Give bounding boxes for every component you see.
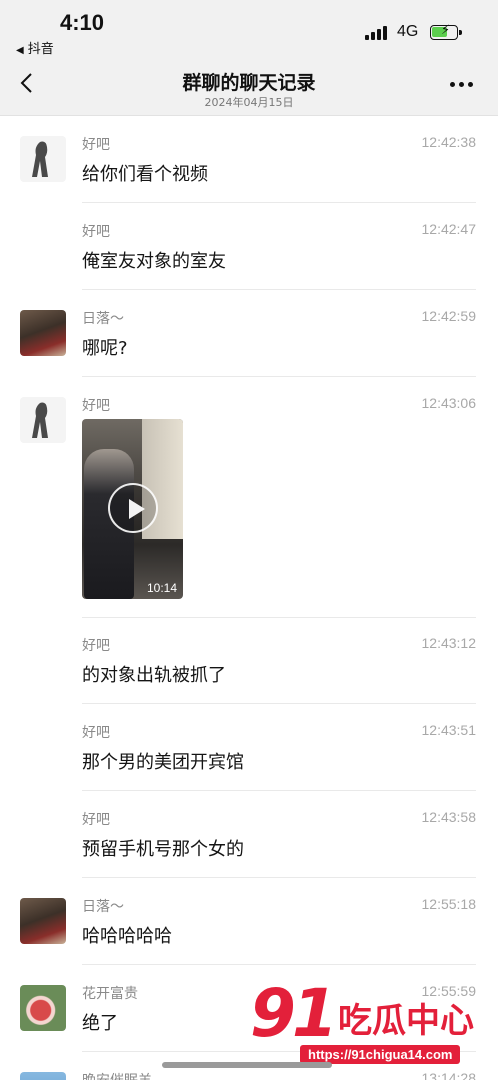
status-time: 4:10 [60,10,105,35]
message-time: 12:55:18 [421,896,477,912]
avatar[interactable] [20,136,66,182]
page-date: 2024年04月15日 [204,96,294,109]
avatar[interactable] [20,1072,66,1080]
avatar[interactable] [20,397,66,443]
message-text: 的对象出轨被抓了 [82,665,226,686]
message-text: 给你们看个视频 [82,164,208,185]
message-time: 12:43:51 [421,722,477,738]
back-app-label: 抖音 [27,42,54,57]
video-duration: 10:14 [146,581,177,595]
divider [82,964,476,965]
avatar[interactable] [20,898,66,944]
message-text: 哈哈哈哈哈 [82,926,172,947]
divider [82,289,476,290]
divider [82,877,476,878]
top-bar: 4:10 ◀ 抖音 4G ⚡ 群聊的聊天记录 2024年04月15日 [0,0,498,116]
message-time: 12:43:12 [421,635,477,651]
message-text: 俺室友对象的室友 [82,251,226,272]
message-time: 12:42:59 [421,308,477,324]
shadow-figure-icon [32,141,48,177]
message-time: 12:43:58 [421,809,477,825]
message-time: 12:43:06 [421,395,477,411]
battery-icon: ⚡ [430,23,462,40]
back-to-app-link[interactable]: ◀ 抖音 [16,38,54,57]
divider [82,703,476,704]
sender-name: 好吧 [82,725,110,741]
message-time: 12:42:47 [421,221,477,237]
message-text: 哪呢? [82,338,128,359]
sender-name: 好吧 [82,224,110,240]
watermark-number: 91 [250,975,338,1052]
charging-icon: ⚡ [441,23,451,38]
shadow-figure-icon [32,402,48,438]
page-title: 群聊的聊天记录 [182,72,316,94]
message-text: 绝了 [82,1013,118,1034]
sender-name: 日落～ [82,311,124,327]
sender-name: 好吧 [82,137,110,153]
message-time: 12:42:38 [421,134,477,150]
sender-name: 花开富贵 [82,986,138,1002]
divider [82,376,476,377]
more-button[interactable] [448,80,476,88]
divider [82,790,476,791]
sender-name: 好吧 [82,398,110,414]
play-icon[interactable] [108,483,158,533]
home-indicator[interactable] [162,1062,332,1068]
signal-icon [365,26,389,40]
video-thumbnail[interactable]: 10:14 [82,419,183,599]
avatar[interactable] [20,310,66,356]
sender-name: 日落～ [82,899,124,915]
divider [82,202,476,203]
watermark-brand: 吃瓜中心 [338,1001,474,1041]
network-type: 4G [397,23,419,40]
divider [82,617,476,618]
back-triangle-icon: ◀ [16,45,24,56]
sender-name: 好吧 [82,638,110,654]
sender-name: 晚安催眠羊 [82,1070,152,1080]
message-text: 预留手机号那个女的 [82,839,244,860]
message-text: 那个男的美团开宾馆 [82,752,244,773]
sender-name: 好吧 [82,812,110,828]
avatar[interactable] [20,985,66,1031]
